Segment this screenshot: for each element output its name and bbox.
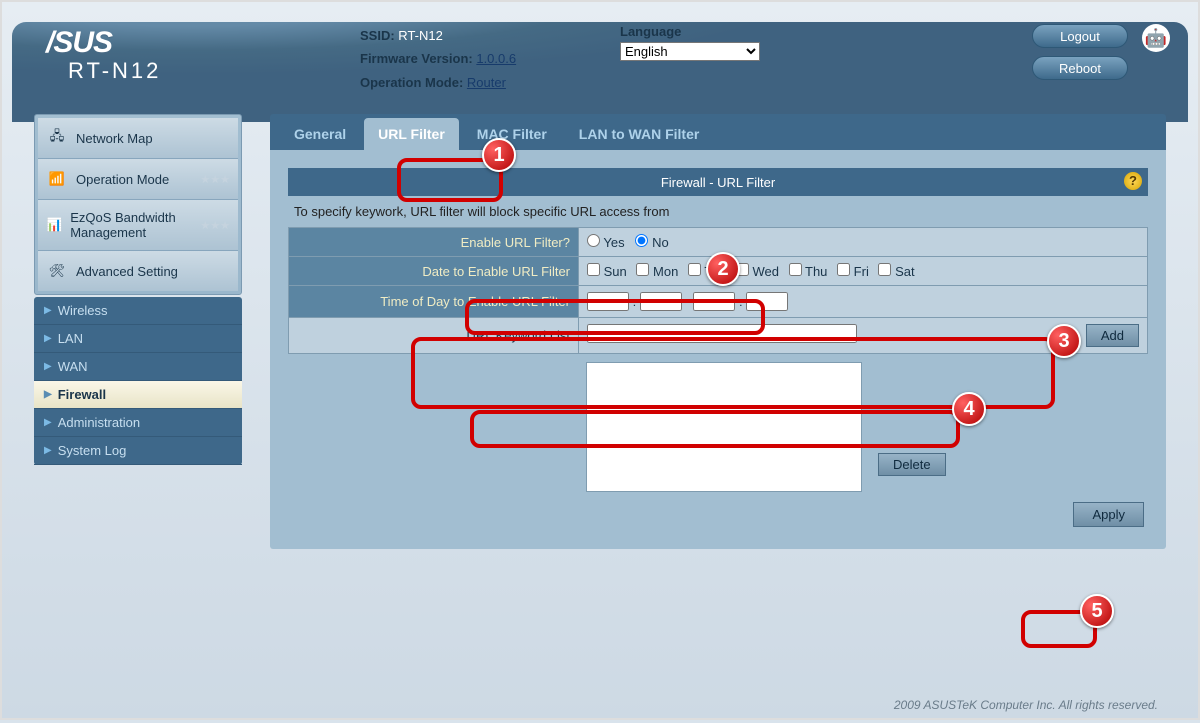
bandwidth-icon: 📊 (46, 215, 62, 235)
sidebar-label: Operation Mode (76, 172, 169, 187)
triangle-icon: ▶ (44, 445, 52, 456)
annotation-1: 1 (482, 138, 516, 172)
panel-title: Firewall - URL Filter ? (288, 168, 1148, 196)
triangle-icon: ▶ (44, 389, 52, 400)
fw-link[interactable]: 1.0.0.6 (476, 51, 516, 66)
sidebar-sub-lan[interactable]: ▶ LAN (34, 325, 242, 353)
panel-description: To specify keywork, URL filter will bloc… (288, 196, 1148, 227)
device-info: SSID: RT-N12 Firmware Version: 1.0.0.6 O… (360, 14, 620, 94)
day-mon[interactable]: Mon (636, 264, 678, 279)
tab-url-filter[interactable]: URL Filter (364, 118, 459, 150)
brand-logo: /SUS (30, 14, 360, 60)
annotation-4: 4 (952, 392, 986, 426)
delete-button[interactable]: Delete (878, 453, 946, 476)
annotation-3: 3 (1047, 324, 1081, 358)
enable-yes-option[interactable]: Yes (587, 235, 625, 250)
help-icon[interactable]: ? (1124, 172, 1142, 190)
language-select[interactable]: English (620, 42, 760, 61)
annotation-2: 2 (706, 252, 740, 286)
sidebar-label: Advanced Setting (76, 264, 178, 279)
sub-label: WAN (58, 359, 88, 374)
enable-no-option[interactable]: No (635, 235, 668, 250)
tab-lan-to-wan[interactable]: LAN to WAN Filter (565, 118, 714, 150)
triangle-icon: ▶ (44, 333, 52, 344)
keyword-label: URL Keyword List (289, 318, 579, 354)
rating-icon: ★★★ (200, 173, 230, 186)
sidebar-label: Network Map (76, 131, 153, 146)
day-wed[interactable]: Wed (736, 264, 779, 279)
time-start-hour[interactable] (587, 292, 629, 311)
ssid-label: SSID: (360, 28, 395, 43)
sidebar-sub-administration[interactable]: ▶ Administration (34, 409, 242, 437)
sub-label: Wireless (58, 303, 108, 318)
time-start-min[interactable] (640, 292, 682, 311)
triangle-icon: ▶ (44, 305, 52, 316)
network-map-icon: 🖧 (46, 128, 68, 148)
sidebar-item-operation-mode[interactable]: 📶 Operation Mode ★★★ (38, 159, 238, 200)
day-checkbox-row: Sun Mon Tue Wed Thu Fri Sat (579, 257, 1148, 286)
mode-label: Operation Mode: (360, 75, 463, 90)
sidebar-sub-systemlog[interactable]: ▶ System Log (34, 437, 242, 465)
mode-link[interactable]: Router (467, 75, 506, 90)
day-sun[interactable]: Sun (587, 264, 627, 279)
annotation-5: 5 (1080, 594, 1114, 628)
sidebar-item-advanced[interactable]: 🛠 Advanced Setting (38, 251, 238, 291)
apply-button[interactable]: Apply (1073, 502, 1144, 527)
sidebar-sub-firewall[interactable]: ▶ Firewall (34, 381, 242, 409)
add-button[interactable]: Add (1086, 324, 1139, 347)
day-thu[interactable]: Thu (789, 264, 828, 279)
date-label: Date to Enable URL Filter (289, 257, 579, 286)
sub-label: Administration (58, 415, 140, 430)
footer-copyright: 2009 ASUSTeK Computer Inc. All rights re… (894, 698, 1158, 712)
avatar-icon[interactable]: 🤖 (1142, 24, 1170, 52)
enable-label: Enable URL Filter? (289, 228, 579, 257)
time-label: Time of Day to Enable URL Filter (289, 286, 579, 318)
time-end-hour[interactable] (693, 292, 735, 311)
model-name: RT-N12 (30, 58, 360, 84)
sub-label: System Log (58, 443, 127, 458)
time-end-min[interactable] (746, 292, 788, 311)
sidebar-item-ezqos[interactable]: 📊 EzQoS Bandwidth Management ★★★ (38, 200, 238, 251)
sidebar-label: EzQoS Bandwidth Management (70, 210, 192, 240)
language-label: Language (620, 24, 810, 39)
day-sat[interactable]: Sat (878, 264, 914, 279)
triangle-icon: ▶ (44, 361, 52, 372)
tab-bar: General URL Filter MAC Filter LAN to WAN… (270, 114, 1166, 150)
logout-button[interactable]: Logout (1032, 24, 1128, 48)
sub-label: Firewall (58, 387, 106, 402)
enable-no-radio[interactable] (635, 234, 648, 247)
triangle-icon: ▶ (44, 417, 52, 428)
router-icon: 📶 (46, 169, 68, 189)
rating-icon: ★★★ (200, 219, 230, 232)
url-keyword-listbox[interactable] (586, 362, 862, 492)
tab-general[interactable]: General (280, 118, 360, 150)
fw-label: Firmware Version: (360, 51, 473, 66)
enable-yes-radio[interactable] (587, 234, 600, 247)
sidebar-sub-wan[interactable]: ▶ WAN (34, 353, 242, 381)
ssid-value: RT-N12 (398, 28, 443, 43)
sub-label: LAN (58, 331, 83, 346)
sidebar-sub-wireless[interactable]: ▶ Wireless (34, 297, 242, 325)
reboot-button[interactable]: Reboot (1032, 56, 1128, 80)
day-fri[interactable]: Fri (837, 264, 869, 279)
sidebar-item-network-map[interactable]: 🖧 Network Map (38, 118, 238, 159)
tools-icon: 🛠 (46, 261, 68, 281)
url-keyword-input[interactable] (587, 324, 857, 343)
